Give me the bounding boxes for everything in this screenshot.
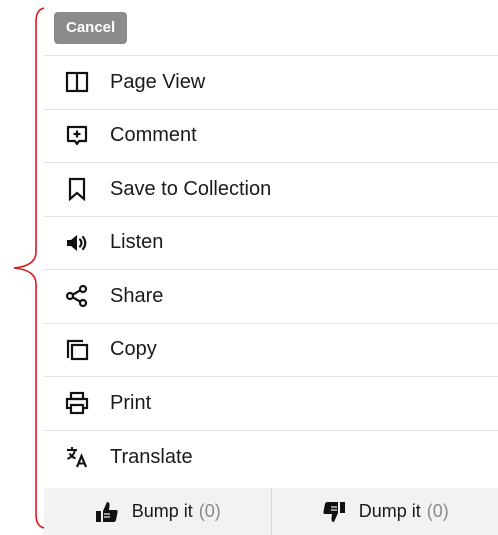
cancel-button[interactable]: Cancel [54,12,128,44]
translate-icon [64,444,90,470]
menu-item-listen[interactable]: Listen [44,217,498,270]
menu-item-translate[interactable]: Translate [44,431,498,485]
annotation-brace [13,7,47,529]
speaker-icon [64,230,90,256]
more-actions-panel: Cancel Page View Comment Save to Collect… [44,4,498,535]
cancel-bar: Cancel [44,4,498,56]
page-view-icon [64,69,90,95]
bookmark-icon [64,176,90,202]
share-icon [64,283,90,309]
menu-item-label: Comment [110,124,197,147]
menu-item-label: Listen [110,231,164,254]
actions-menu: Page View Comment Save to Collection Lis… [44,56,498,484]
menu-item-save-to-collection[interactable]: Save to Collection [44,163,498,217]
menu-item-label: Copy [110,338,157,361]
menu-item-label: Page View [110,70,206,93]
menu-item-label: Save to Collection [110,177,272,200]
dump-it-label: Dump it [358,501,421,521]
vote-bar: Bump it (0) Dump it (0) [44,488,498,535]
comment-icon [64,123,90,149]
dump-it-button[interactable]: Dump it (0) [270,488,498,535]
bump-it-button[interactable]: Bump it (0) [44,488,271,535]
menu-item-print[interactable]: Print [44,377,498,431]
menu-item-label: Share [110,284,164,307]
bump-count: (0) [198,501,221,521]
menu-item-page-view[interactable]: Page View [44,56,498,110]
menu-item-label: Translate [110,445,193,468]
dump-count: (0) [426,501,449,521]
copy-icon [64,337,90,363]
print-icon [64,390,90,416]
thumbs-up-icon [94,499,120,525]
menu-item-share[interactable]: Share [44,270,498,324]
bump-it-label: Bump it [131,501,193,521]
menu-item-comment[interactable]: Comment [44,110,498,163]
thumbs-down-icon [321,499,347,525]
menu-item-copy[interactable]: Copy [44,324,498,377]
menu-item-label: Print [110,391,152,414]
